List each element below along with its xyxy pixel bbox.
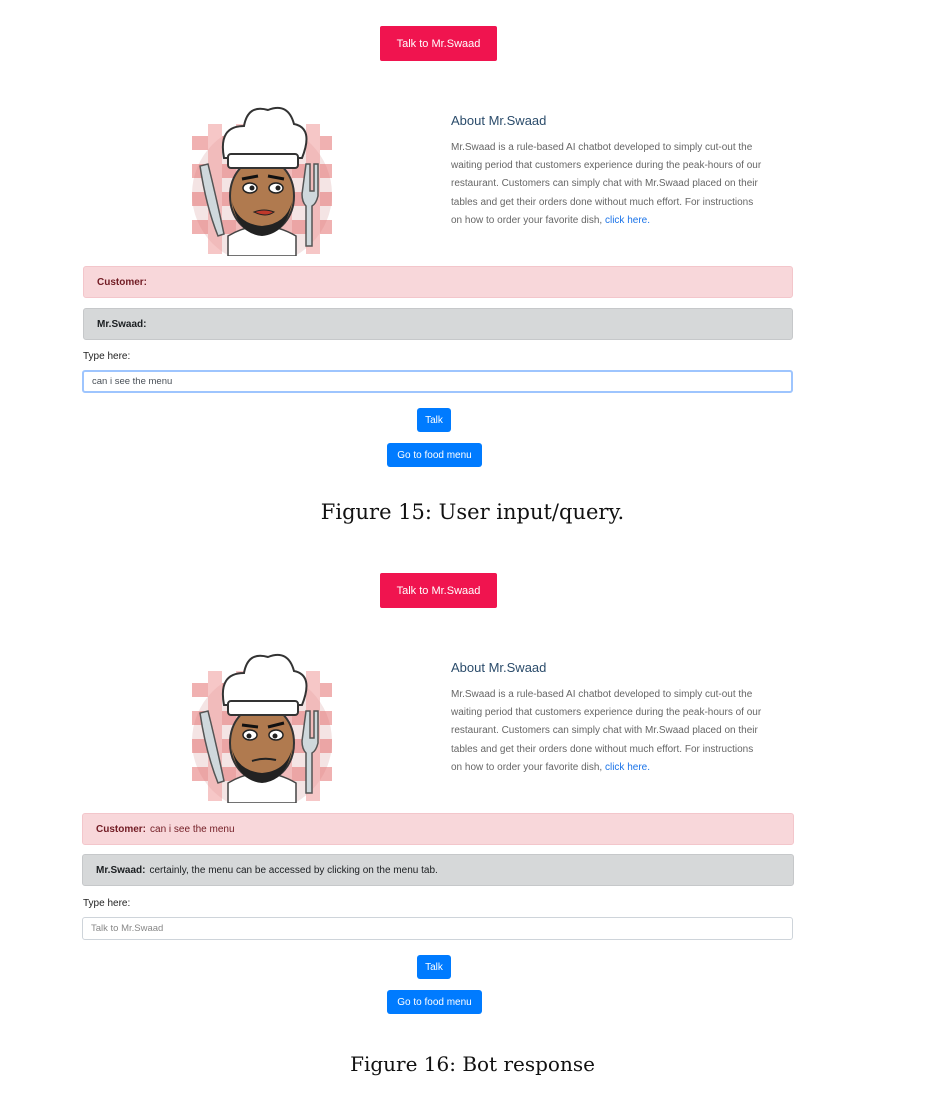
screenshot-user-query: Talk to Mr.Swaad About Mr.Swaad Mr.Swaad… xyxy=(0,0,945,520)
bot-message-bar: Mr.Swaad: certainly, the menu can be acc… xyxy=(82,854,794,886)
screenshot-bot-response: Talk to Mr.Swaad About Mr.Swaad Mr.Swaad… xyxy=(0,547,945,1067)
type-here-label: Type here: xyxy=(83,351,131,362)
click-here-link[interactable]: click here. xyxy=(605,762,650,773)
bot-message: certainly, the menu can be accessed by c… xyxy=(149,864,438,876)
about-title: About Mr.Swaad xyxy=(451,660,547,675)
customer-label: Customer: xyxy=(96,823,147,835)
about-text-body: Mr.Swaad is a rule-based AI chatbot deve… xyxy=(451,689,762,773)
bot-label: Mr.Swaad: xyxy=(96,864,146,876)
customer-message: can i see the menu xyxy=(150,823,235,835)
about-description: Mr.Swaad is a rule-based AI chatbot deve… xyxy=(451,139,766,230)
chef-avatar-icon xyxy=(188,643,336,803)
bot-label: Mr.Swaad: xyxy=(97,318,147,330)
figure-caption-15: Figure 15: User input/query. xyxy=(320,500,625,524)
about-description: Mr.Swaad is a rule-based AI chatbot deve… xyxy=(451,686,766,777)
click-here-link[interactable]: click here. xyxy=(605,215,650,226)
customer-message-bar: Customer: can i see the menu xyxy=(82,813,794,845)
customer-label: Customer: xyxy=(97,276,148,288)
type-here-label: Type here: xyxy=(83,898,131,909)
chat-input[interactable] xyxy=(82,917,793,940)
talk-to-mr-swaad-button[interactable]: Talk to Mr.Swaad xyxy=(380,26,497,61)
about-text-body: Mr.Swaad is a rule-based AI chatbot deve… xyxy=(451,142,762,226)
figure-caption-16: Figure 16: Bot response xyxy=(350,1052,595,1076)
talk-to-mr-swaad-button[interactable]: Talk to Mr.Swaad xyxy=(380,573,497,608)
about-title: About Mr.Swaad xyxy=(451,113,547,128)
customer-message-bar: Customer: xyxy=(83,266,793,298)
bot-message-bar: Mr.Swaad: xyxy=(83,308,793,340)
chat-input[interactable] xyxy=(82,370,793,393)
chef-avatar-icon xyxy=(188,96,336,256)
go-to-food-menu-button[interactable]: Go to food menu xyxy=(387,990,482,1014)
talk-button[interactable]: Talk xyxy=(417,955,451,979)
talk-button[interactable]: Talk xyxy=(417,408,451,432)
go-to-food-menu-button[interactable]: Go to food menu xyxy=(387,443,482,467)
